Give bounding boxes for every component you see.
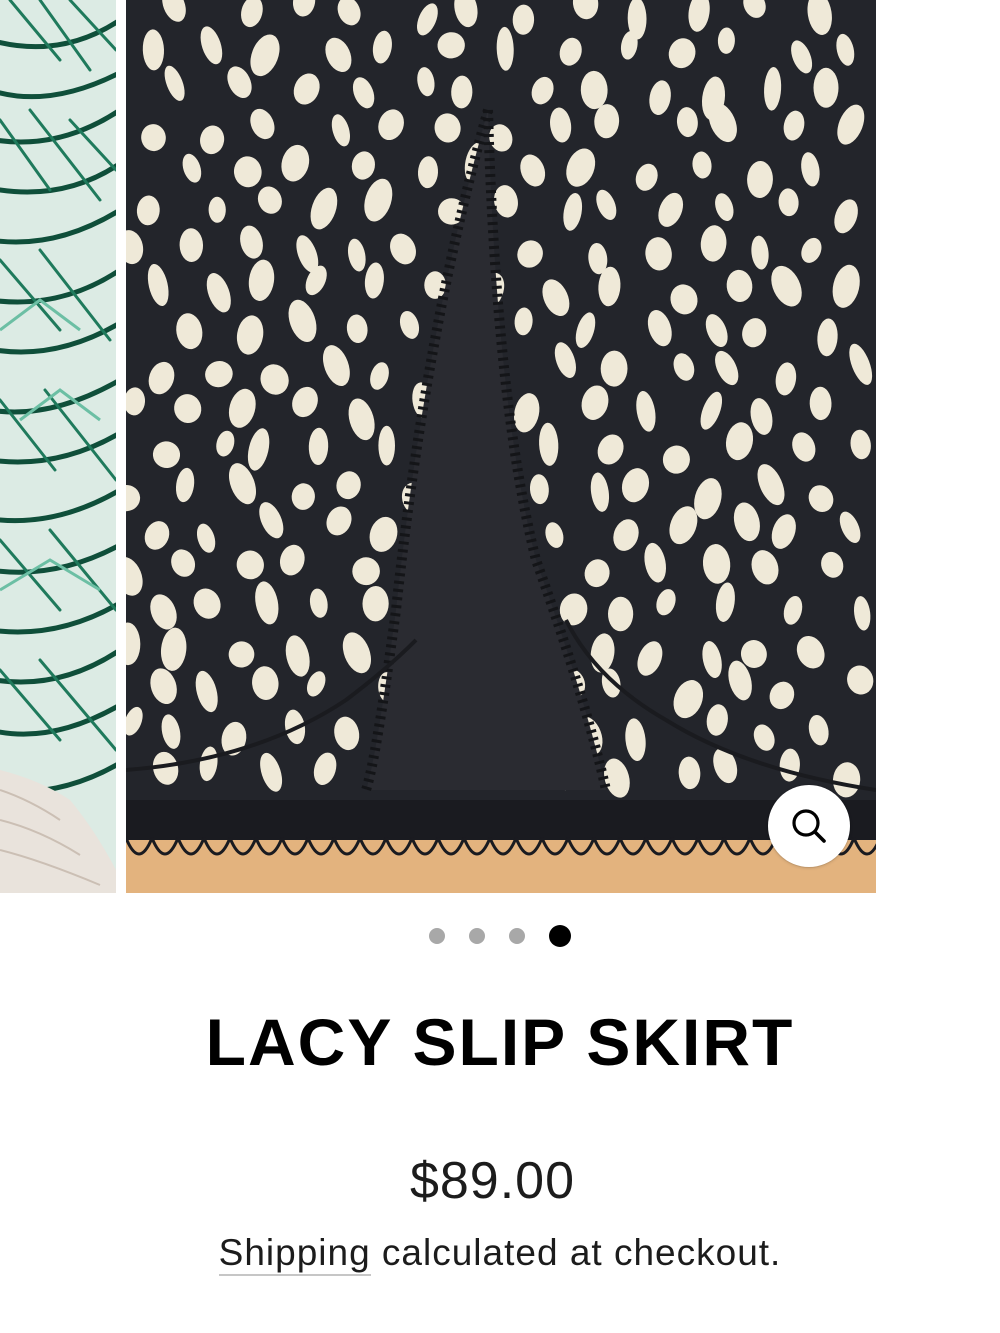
lace-picot xyxy=(318,826,325,834)
lace-picot xyxy=(188,826,195,834)
pagination-dot-2[interactable] xyxy=(469,928,485,944)
lace-picot xyxy=(708,826,715,834)
fabric-spot xyxy=(424,271,446,299)
lace-picot xyxy=(292,826,299,834)
lace-picot xyxy=(760,826,767,834)
lace-picot xyxy=(656,826,663,834)
previous-slide-image[interactable] xyxy=(0,0,116,893)
shipping-note-text: calculated at checkout. xyxy=(370,1232,782,1273)
lace-picot xyxy=(266,826,273,834)
zoom-button[interactable] xyxy=(768,785,850,867)
pagination-dot-3[interactable] xyxy=(509,928,525,944)
shipping-policy-link[interactable]: Shipping xyxy=(218,1232,371,1276)
product-price: $89.00 xyxy=(409,1152,576,1210)
lace-picot xyxy=(578,826,585,834)
search-icon xyxy=(792,809,826,843)
lace-picot xyxy=(240,826,247,834)
shipping-note: Shipping calculated at checkout. xyxy=(0,1230,1000,1276)
lace-picot xyxy=(474,826,481,834)
palm-print-image xyxy=(0,0,116,893)
pagination-dot-4-active[interactable] xyxy=(549,925,571,947)
lace-picot xyxy=(422,826,429,834)
lace-picot xyxy=(214,826,221,834)
lace-picot xyxy=(162,826,169,834)
lace-picot xyxy=(448,826,455,834)
fabric-spot xyxy=(813,67,839,108)
pagination-dot-1[interactable] xyxy=(429,928,445,944)
lace-picot xyxy=(604,826,611,834)
product-title: LACY SLIP SKIRT xyxy=(205,1005,795,1079)
lace-picot xyxy=(370,826,377,834)
lace-picot xyxy=(552,826,559,834)
lace-picot xyxy=(682,826,689,834)
lace-picot xyxy=(630,826,637,834)
lace-picot xyxy=(344,826,351,834)
lace-picot xyxy=(526,826,533,834)
skirt-detail-image xyxy=(126,0,876,893)
lace-picot xyxy=(734,826,741,834)
current-slide-image[interactable] xyxy=(126,0,876,893)
lace-picot xyxy=(864,826,871,834)
lace-picot xyxy=(396,826,403,834)
lace-picot xyxy=(500,826,507,834)
slide-pagination xyxy=(0,922,1000,950)
lace-picot xyxy=(136,826,143,834)
fabric-spot xyxy=(378,425,395,466)
product-image-gallery[interactable] xyxy=(0,0,1000,893)
next-slide-area[interactable] xyxy=(876,0,1000,893)
